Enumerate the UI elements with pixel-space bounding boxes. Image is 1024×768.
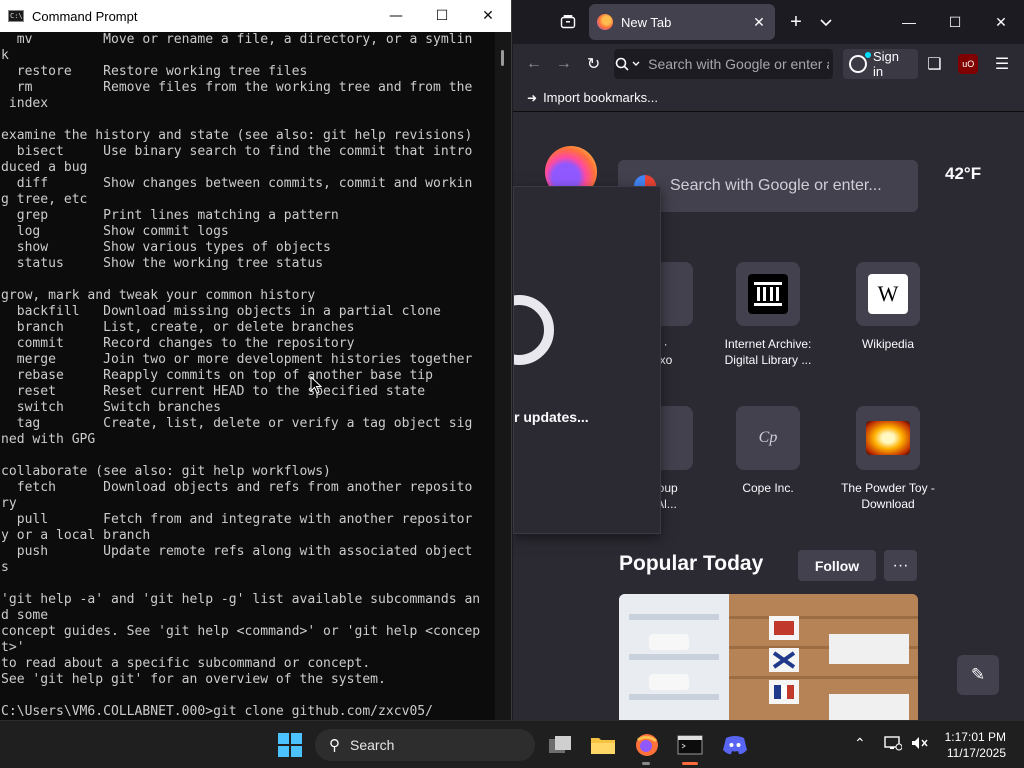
firefox-running-indicator [642,762,650,765]
newtab-search-placeholder: Search with Google or enter... [670,177,882,194]
shortcut-internet-archive[interactable]: Internet Archive: Digital Library ... [708,262,828,368]
discord-icon[interactable] [720,730,750,760]
cmd-titlebar[interactable]: C:\ Command Prompt — ☐ ✕ [0,0,511,32]
weather-temperature[interactable]: 42°F [945,164,981,184]
shortcut-powder-toy[interactable]: The Powder Toy - Download [828,406,948,512]
firefox-taskbar-icon[interactable] [632,730,662,760]
cmd-maximize-button[interactable]: ☐ [419,0,465,32]
volume-muted-icon[interactable] [910,735,928,754]
update-graphic-icon [514,295,554,365]
new-tab-page: Search with Google or enter... 42°F s · … [513,112,1024,720]
popular-today-heading: Popular Today [619,552,764,575]
internet-archive-icon [736,262,800,326]
mouse-pointer-icon [310,376,322,394]
cmd-app-icon: C:\ [8,10,24,22]
shortcut-label: Cope Inc. [742,481,794,495]
tab-new-tab[interactable]: New Tab ✕ [589,4,775,40]
shortcut-label-2: Download [861,497,915,511]
command-prompt-window[interactable]: C:\ Command Prompt — ☐ ✕ mv Move or rena… [0,0,512,720]
file-explorer-icon[interactable] [588,730,618,760]
list-all-tabs-chevron-icon[interactable] [811,14,841,30]
cmd-console-area[interactable]: mv Move or rename a file, a directory, o… [0,32,496,720]
shortcut-label-2: Digital Library ... [724,353,812,367]
clock-time: 1:17:01 PM [944,730,1006,744]
clock-date: 11/17/2025 [946,746,1006,760]
back-arrow-icon[interactable]: ← [519,49,549,79]
follow-button[interactable]: Follow [798,550,876,581]
url-input[interactable] [642,49,834,79]
cmd-active-indicator [682,762,698,765]
firefox-favicon-icon [597,14,613,30]
powder-toy-icon [856,406,920,470]
cmd-output-text: mv Move or rename a file, a directory, o… [1,32,481,719]
cmd-minimize-button[interactable]: — [373,0,419,32]
taskbar-search-label: Search [350,737,395,753]
hamburger-menu-icon[interactable]: ☰ [986,54,1018,74]
reload-icon[interactable]: ↻ [579,49,609,79]
url-bar[interactable] [614,49,834,79]
cope-inc-icon: Cp [736,406,800,470]
story-thumbnail-image[interactable] [619,594,918,720]
cmd-scrollbar[interactable] [495,32,511,720]
command-prompt-taskbar-icon[interactable] [675,730,705,760]
firefox-window[interactable]: New Tab ✕ + — ☐ ✕ ← → ↻ Sign in ❑ uO ☰ [513,0,1024,720]
shortcut-label: Wikipedia [861,337,915,351]
shortcut-label: Internet Archive: [724,337,812,351]
bookmarks-toolbar: ➜ Import bookmarks... [513,84,1024,112]
firefox-navigation-bar: ← → ↻ Sign in ❑ uO ☰ [513,44,1024,84]
task-view-icon[interactable] [545,730,575,760]
firefox-tab-strip: New Tab ✕ + — ☐ ✕ [513,0,1024,44]
tab-close-icon[interactable]: ✕ [751,14,767,31]
system-clock[interactable]: 1:17:01 PM 11/17/2025 [945,729,1006,761]
firefox-maximize-button[interactable]: ☐ [932,0,978,44]
windows-start-icon[interactable] [278,733,302,757]
taskbar-search-box[interactable]: ⚲ Search [315,729,535,761]
newtab-search-box[interactable]: Search with Google or enter... [618,160,918,212]
customize-pencil-icon[interactable]: ✎ [957,655,999,695]
import-bookmarks-link[interactable]: Import bookmarks... [543,90,658,105]
tab-label: New Tab [621,14,672,30]
show-hidden-icons-chevron-icon[interactable]: ⌃ [854,735,866,752]
ublock-origin-icon[interactable]: uO [958,54,979,74]
shortcut-label: The Powder Toy - [841,481,935,495]
search-engine-selector-icon[interactable] [614,49,642,79]
network-icon[interactable] [884,735,903,754]
more-options-icon[interactable]: ··· [884,550,917,581]
sign-in-label: Sign in [873,49,900,79]
windows-taskbar: ⚲ Search ⌃ 1:17:01 PM 11/17/2025 [0,720,1024,768]
wikipedia-icon: W [856,262,920,326]
account-icon [849,52,871,73]
cmd-close-button[interactable]: ✕ [465,0,511,32]
update-popup-panel[interactable]: r updates... [513,186,661,534]
forward-arrow-icon[interactable]: → [549,49,579,79]
extensions-puzzle-icon[interactable]: ❑ [918,54,950,74]
firefox-close-button[interactable]: ✕ [978,0,1024,44]
update-status-text: r updates... [514,409,589,425]
shortcut-cope-inc[interactable]: Cp Cope Inc. [708,406,828,496]
firefox-minimize-button[interactable]: — [886,0,932,44]
cmd-window-title: Command Prompt [32,8,138,24]
new-tab-plus-icon[interactable]: + [781,11,811,34]
import-icon: ➜ [527,90,538,105]
shortcut-wikipedia[interactable]: W Wikipedia [828,262,948,352]
search-icon: ⚲ [329,737,340,754]
firefox-view-icon[interactable] [553,7,583,37]
sign-in-button[interactable]: Sign in [843,49,919,79]
cmd-scrollbar-thumb[interactable] [501,50,504,66]
